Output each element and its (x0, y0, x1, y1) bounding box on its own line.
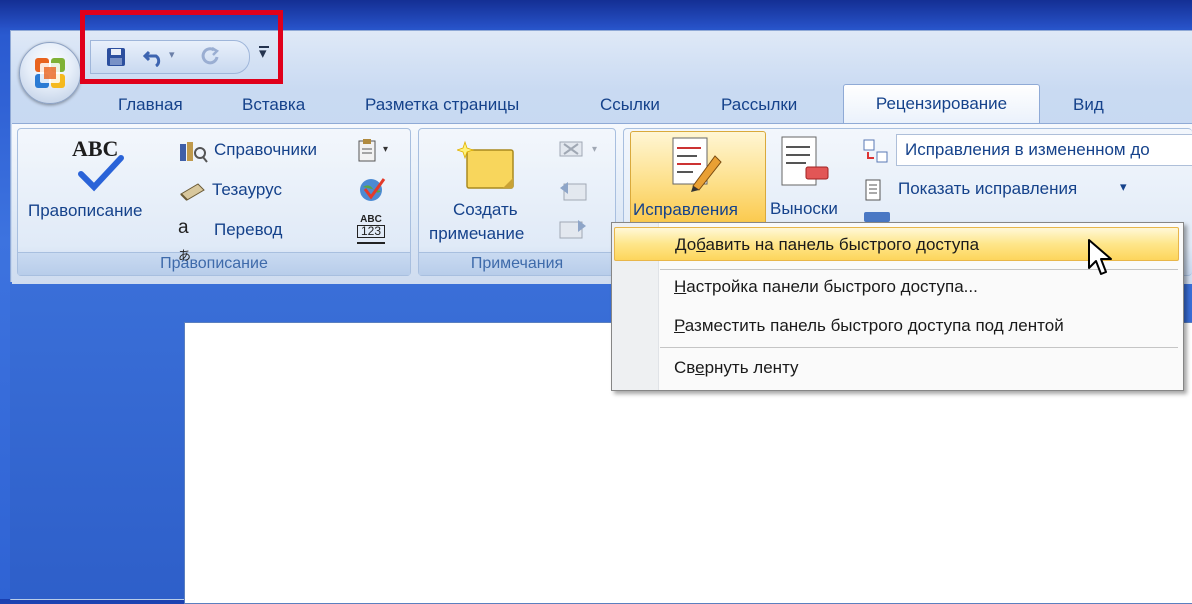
show-markup-icon (865, 179, 881, 201)
highlight-frame (80, 10, 283, 84)
research-label: Справочники (214, 140, 317, 159)
menu-item-add-accel: б (696, 235, 706, 254)
new-comment-icon (457, 140, 514, 189)
menu-item-below-accel: Р (674, 316, 685, 335)
word-count-button[interactable]: ABC 123 (357, 214, 385, 244)
set-language-icon[interactable]: ▾ (357, 138, 397, 164)
svg-text:▾: ▾ (383, 144, 388, 155)
previous-comment-icon[interactable] (558, 178, 588, 202)
spelling-button-label: Правописание (28, 201, 143, 220)
new-comment-button[interactable]: Создать примечание (425, 136, 551, 246)
books-icon (180, 142, 208, 163)
menu-separator (660, 347, 1178, 348)
tab-review[interactable]: Рецензирование (843, 84, 1040, 124)
menu-item-minimize-text-pre: Св (674, 358, 696, 377)
spelling-button[interactable]: ABC Правописание (24, 134, 174, 234)
show-markup-label: Показать исправления (898, 179, 1078, 198)
track-changes-icon (672, 137, 722, 192)
delete-comment-icon[interactable]: ▾ (558, 138, 606, 160)
menu-item-customize-text-post: астройка панели быстрого доступа... (686, 277, 978, 296)
balloons-label: Выноски (770, 199, 838, 218)
thesaurus-icon (180, 183, 205, 201)
translate-label: Перевод (214, 220, 283, 239)
svg-text:▾: ▾ (592, 144, 597, 155)
set-language-globe-icon[interactable] (357, 175, 387, 203)
word-count-icon-bottom: 123 (357, 225, 385, 238)
new-comment-label-line1: Создать (453, 200, 518, 219)
menu-item-add-text-pre: До (675, 235, 697, 254)
tab-page-layout[interactable]: Разметка страницы (365, 92, 519, 122)
menu-item-below-text-post: азместить панель быстрого доступа под ле… (684, 316, 1064, 335)
next-comment-icon[interactable] (558, 216, 588, 240)
proofing-group-label: Правописание (18, 252, 410, 275)
menu-item-add-text-post: авить на панель быстрого доступа (705, 235, 980, 254)
checkmark-icon (78, 155, 124, 192)
translate-icon: aあ (178, 217, 192, 263)
menu-item-minimize-text-post: рнуть ленту (704, 358, 799, 377)
thesaurus-label: Тезаурус (212, 180, 282, 199)
menu-item-minimize-accel: е (695, 358, 705, 377)
comments-group-label: Примечания (419, 252, 615, 275)
track-changes-label: Исправления (633, 200, 738, 219)
tab-insert[interactable]: Вставка (242, 92, 305, 122)
reviewing-pane-icon[interactable] (864, 212, 890, 222)
display-for-review-dropdown[interactable]: Исправления в измененном до (896, 134, 1192, 166)
display-for-review-value: Исправления в измененном до (905, 140, 1150, 159)
show-markup-dropdown-icon: ▾ (1120, 179, 1127, 194)
display-for-review-icon (863, 139, 888, 163)
mouse-cursor-icon (1088, 239, 1112, 275)
office-logo-icon (35, 58, 65, 88)
tab-home[interactable]: Главная (118, 92, 183, 122)
tab-mailings[interactable]: Рассылки (721, 92, 797, 122)
menu-item-show-below-ribbon[interactable]: Разместить панель быстрого доступа под л… (614, 309, 1179, 343)
track-changes-button[interactable]: Исправления (630, 131, 766, 225)
menu-item-minimize-ribbon[interactable]: Свернуть ленту (614, 351, 1179, 385)
new-comment-label-line2: примечание (429, 224, 525, 243)
menu-item-customize-accel: Н (674, 277, 687, 296)
balloons-button[interactable]: Выноски (768, 131, 856, 223)
tab-view[interactable]: Вид (1073, 92, 1104, 122)
office-button[interactable] (19, 42, 81, 104)
balloons-icon (781, 136, 829, 186)
tab-references[interactable]: Ссылки (600, 92, 660, 122)
